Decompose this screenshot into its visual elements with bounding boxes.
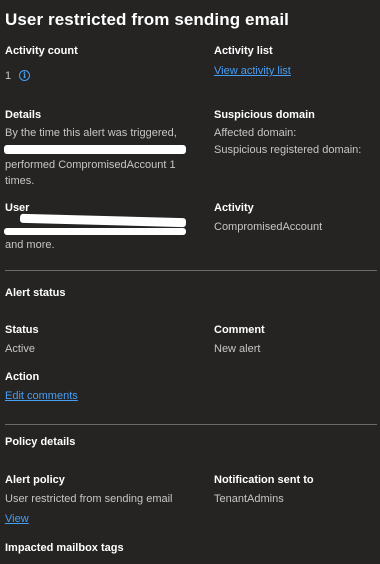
suspicious-registered-domain-text: Suspicious registered domain: <box>214 144 362 156</box>
activity-list-label: Activity list <box>214 45 273 57</box>
divider <box>5 424 377 425</box>
policy-details-header: Policy details <box>5 436 76 448</box>
comment-value: New alert <box>214 343 261 355</box>
info-icon[interactable]: i <box>19 70 30 81</box>
alert-status-header: Alert status <box>5 287 66 299</box>
edit-comments-link[interactable]: Edit comments <box>5 390 78 402</box>
activity-value: CompromisedAccount <box>214 221 323 233</box>
affected-domain-text: Affected domain: <box>214 127 297 139</box>
details-label: Details <box>5 109 42 121</box>
comment-label: Comment <box>214 324 265 336</box>
alert-policy-value: User restricted from sending email <box>5 493 173 505</box>
notification-sent-to-value: TenantAdmins <box>214 493 284 505</box>
notification-sent-to-label: Notification sent to <box>214 474 314 486</box>
view-policy-link[interactable]: View <box>5 513 29 525</box>
view-activity-list-link[interactable]: View activity list <box>214 65 291 77</box>
action-label: Action <box>5 371 40 383</box>
status-value: Active <box>5 343 35 355</box>
redaction-mark <box>4 228 186 235</box>
user-label: User <box>5 202 30 214</box>
alert-details-panel: User restricted from sending email Activ… <box>0 0 380 564</box>
activity-count-value: 1 <box>5 70 12 82</box>
status-label: Status <box>5 324 39 336</box>
activity-label: Activity <box>214 202 254 214</box>
redaction-mark <box>19 213 187 228</box>
details-line-1: By the time this alert was triggered, <box>5 127 177 139</box>
divider <box>5 270 377 271</box>
user-more-text: and more. <box>5 239 55 251</box>
details-line-3: times. <box>5 175 35 187</box>
suspicious-domain-label: Suspicious domain <box>214 109 315 121</box>
alert-policy-label: Alert policy <box>5 474 65 486</box>
details-line-2: performed CompromisedAccount 1 <box>5 159 176 171</box>
redaction-mark <box>4 145 186 154</box>
panel-title: User restricted from sending email <box>5 10 289 29</box>
impacted-mailbox-tags-label: Impacted mailbox tags <box>5 542 124 554</box>
activity-count-label: Activity count <box>5 45 78 57</box>
